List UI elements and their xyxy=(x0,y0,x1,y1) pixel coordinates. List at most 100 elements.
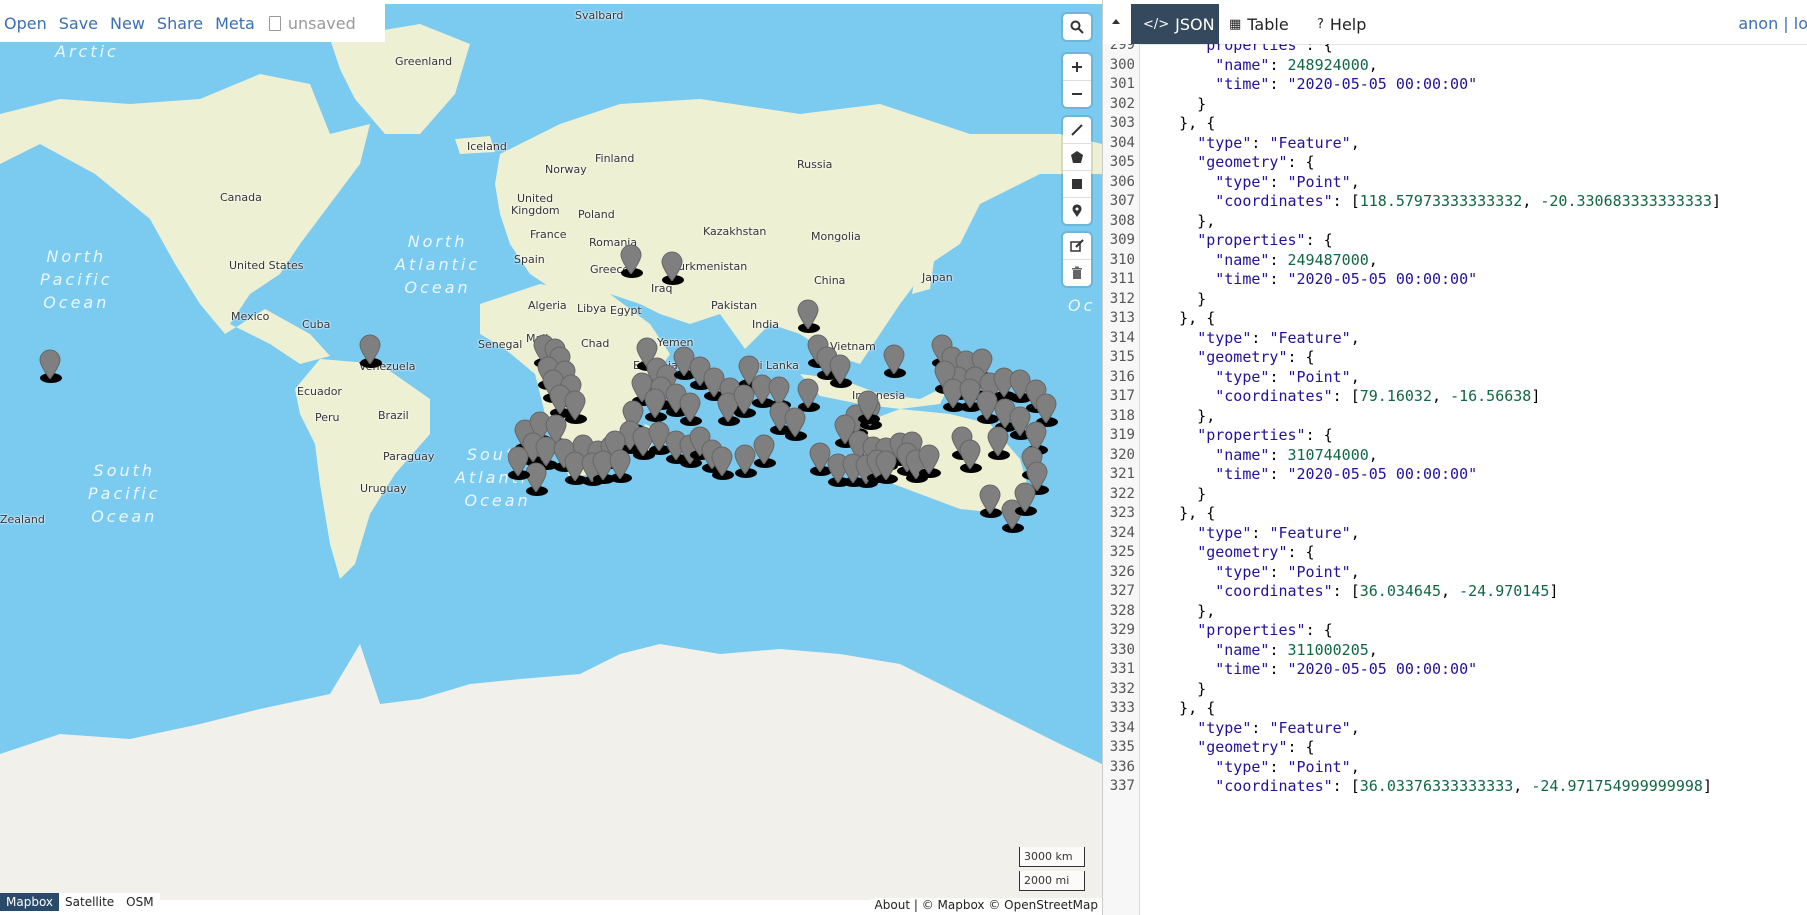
map-label: Poland xyxy=(578,208,615,221)
panel-tabs: </> JSON ▦ Table ? Help anon | lo xyxy=(1103,4,1807,45)
draw-polygon-button[interactable] xyxy=(1063,143,1091,170)
ocean-label-line: Pacific xyxy=(88,484,161,503)
map-marker[interactable] xyxy=(660,251,684,285)
map-label: Uruguay xyxy=(360,482,407,495)
map-marker[interactable] xyxy=(643,388,667,422)
collapse-icon[interactable] xyxy=(1110,16,1122,28)
map-label: United States xyxy=(229,259,304,272)
search-button[interactable] xyxy=(1063,14,1091,40)
map-label: France xyxy=(530,228,567,241)
map-marker[interactable] xyxy=(358,334,382,368)
ocean-label-line: South xyxy=(93,461,156,480)
ocean-label-line: North xyxy=(407,232,468,251)
code-text: "coordinates": [118.57973333333332, -20.… xyxy=(1215,192,1721,210)
map-canvas[interactable]: Svalbard Greenland Iceland Finland Norway Rus… xyxy=(0,4,1102,900)
map-marker[interactable] xyxy=(619,244,643,278)
ocean-label: North Pacific Ocean xyxy=(40,245,113,314)
tab-table-label: Table xyxy=(1247,14,1289,34)
map-marker[interactable] xyxy=(856,390,880,424)
polygon-icon xyxy=(1071,151,1083,163)
map-label: China xyxy=(814,274,846,287)
map-label: Canada xyxy=(220,191,262,204)
map-label: Kingdom xyxy=(511,204,560,217)
code-icon: </> xyxy=(1143,16,1170,32)
map-label: Iceland xyxy=(467,140,507,153)
map-marker[interactable] xyxy=(710,446,734,480)
trash-icon xyxy=(1072,266,1082,279)
ocean-label-line: Ocean xyxy=(43,293,110,312)
ocean-label-line: North xyxy=(46,247,107,266)
layer-osm[interactable]: OSM xyxy=(120,893,160,911)
table-icon: ▦ xyxy=(1229,16,1242,32)
map-marker[interactable] xyxy=(1013,482,1037,516)
share-button[interactable]: Share xyxy=(157,14,203,33)
map-marker[interactable] xyxy=(608,449,632,483)
draw-marker-button[interactable] xyxy=(1063,197,1091,224)
tab-json-label: JSON xyxy=(1175,14,1215,34)
map-label: Russia xyxy=(797,158,833,171)
map-label: Spain xyxy=(514,253,545,266)
minus-icon xyxy=(1072,93,1082,95)
layer-mapbox[interactable]: Mapbox xyxy=(0,893,60,911)
editor-panel: </> JSON ▦ Table ? Help anon | lo 299 "p… xyxy=(1102,0,1807,915)
layer-satellite[interactable]: Satellite xyxy=(59,893,121,911)
ocean-label-line: Ocean xyxy=(404,278,471,297)
edit-button[interactable] xyxy=(1063,233,1091,259)
delete-button[interactable] xyxy=(1063,259,1091,286)
map-marker[interactable] xyxy=(783,407,807,441)
draw-control xyxy=(1063,117,1091,224)
code-text: "coordinates": [36.03376333333333, -24.9… xyxy=(1215,777,1712,795)
map-label: Norway xyxy=(545,163,587,176)
map-marker[interactable] xyxy=(882,344,906,378)
map-label: Kazakhstan xyxy=(703,225,767,238)
map-label: India xyxy=(752,318,779,331)
map-marker[interactable] xyxy=(752,434,776,468)
meta-button[interactable]: Meta xyxy=(215,14,255,33)
tab-json[interactable]: </> JSON xyxy=(1131,4,1219,44)
map-label: Algeria xyxy=(528,299,567,312)
ocean-label: Oc xyxy=(1068,294,1095,317)
file-status: unsaved xyxy=(268,14,356,33)
map-label: Mongolia xyxy=(811,230,861,243)
help-icon: ? xyxy=(1317,16,1324,32)
ocean-label: South Pacific Ocean xyxy=(88,459,161,528)
map-marker[interactable] xyxy=(986,426,1010,460)
map-marker[interactable] xyxy=(796,299,820,333)
map-label: Senegal xyxy=(478,338,523,351)
scale-km: 3000 km xyxy=(1019,847,1085,867)
ocean-label-line: Oc xyxy=(1068,296,1096,315)
map-label: Zealand xyxy=(0,513,45,526)
map-marker[interactable] xyxy=(828,354,852,388)
tab-help-label: Help xyxy=(1329,14,1367,34)
ocean-label-line: Arctic xyxy=(55,42,119,61)
map-marker[interactable] xyxy=(958,439,982,473)
zoom-in-button[interactable] xyxy=(1063,54,1091,80)
tab-table[interactable]: ▦ Table xyxy=(1217,4,1301,44)
map-marker[interactable] xyxy=(678,392,702,426)
map-marker[interactable] xyxy=(917,444,941,478)
draw-rectangle-button[interactable] xyxy=(1063,170,1091,197)
document-icon xyxy=(268,15,281,31)
map-label: Chad xyxy=(581,337,610,350)
map-marker[interactable] xyxy=(38,349,62,383)
map-label: Paraguay xyxy=(383,450,435,463)
edit-control xyxy=(1063,233,1091,286)
map-label: Libya xyxy=(577,302,607,315)
json-editor[interactable]: 299 "properties": {300 "name": 248924000… xyxy=(1103,44,1807,915)
zoom-control xyxy=(1063,54,1091,107)
save-button[interactable]: Save xyxy=(59,14,98,33)
map-marker[interactable] xyxy=(506,446,530,480)
open-button[interactable]: Open xyxy=(4,14,47,33)
map-label: Mexico xyxy=(231,310,270,323)
user-menu[interactable]: anon | lo xyxy=(1738,14,1807,33)
new-button[interactable]: New xyxy=(110,14,145,33)
map-marker[interactable] xyxy=(978,484,1002,518)
map-label: Pakistan xyxy=(711,299,758,312)
ocean-label: Arctic xyxy=(55,40,119,63)
line-icon xyxy=(1071,124,1083,136)
tab-help[interactable]: ? Help xyxy=(1305,4,1378,44)
map-attribution[interactable]: About | © Mapbox © OpenStreetMap xyxy=(870,898,1102,912)
zoom-out-button[interactable] xyxy=(1063,80,1091,107)
map-label: Japan xyxy=(922,271,953,284)
draw-line-button[interactable] xyxy=(1063,117,1091,143)
